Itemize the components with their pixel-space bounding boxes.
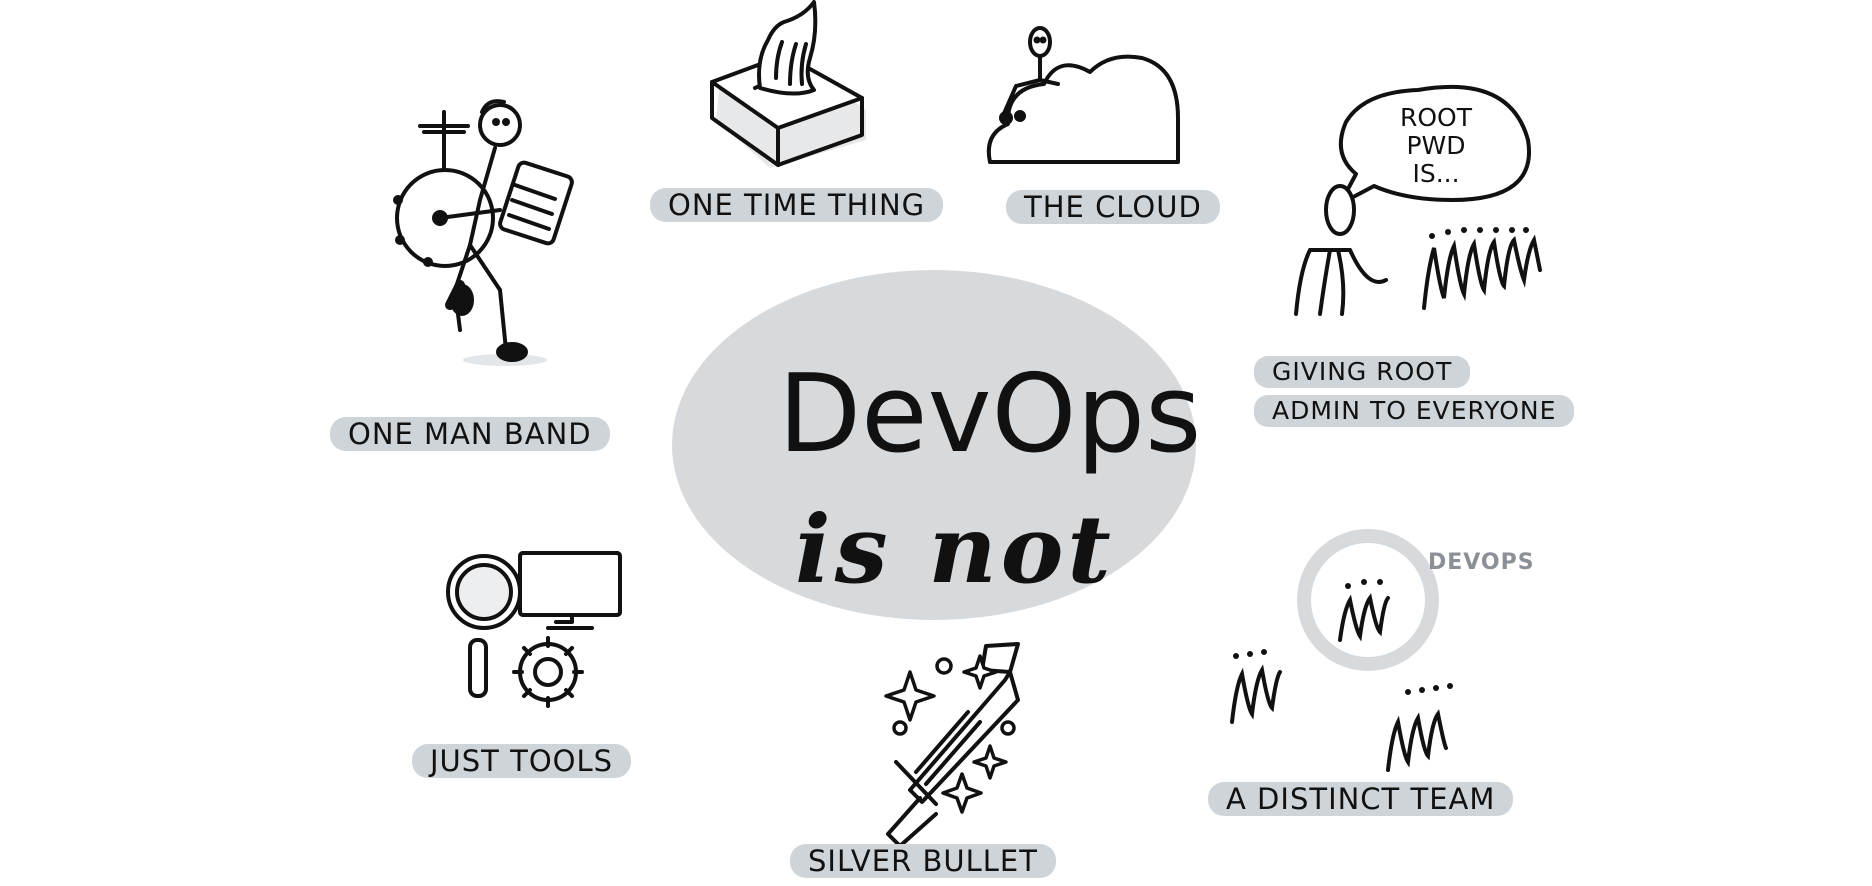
cloud-icon — [986, 26, 1180, 164]
label-silver-bullet: SILVER BULLET — [790, 844, 1056, 878]
one-man-band-icon — [393, 99, 574, 366]
label-just-tools: JUST TOOLS — [412, 744, 632, 778]
tissue-box-icon — [710, 0, 866, 168]
speech-bubble-text: ROOT PWD IS... — [1400, 103, 1472, 188]
center-title: DevOps — [778, 352, 1202, 477]
center-subtitle: is not — [795, 495, 1115, 605]
tools-icon — [446, 551, 622, 708]
label-giving-root-line1: GIVING ROOT — [1254, 356, 1471, 388]
speaker-figure-icon — [1294, 184, 1388, 316]
label-giving-root-line2: ADMIN TO EVERYONE — [1254, 395, 1575, 427]
label-one-man-band: ONE MAN BAND — [330, 417, 610, 451]
label-the-cloud: THE CLOUD — [1006, 190, 1220, 224]
label-one-time-thing: ONE TIME THING — [650, 188, 944, 222]
label-distinct-team: A DISTINCT TEAM — [1208, 782, 1514, 816]
crowd-icon — [1422, 227, 1542, 310]
teams-icon — [1230, 579, 1453, 772]
devops-circle-label: DEVOPS — [1428, 550, 1535, 575]
